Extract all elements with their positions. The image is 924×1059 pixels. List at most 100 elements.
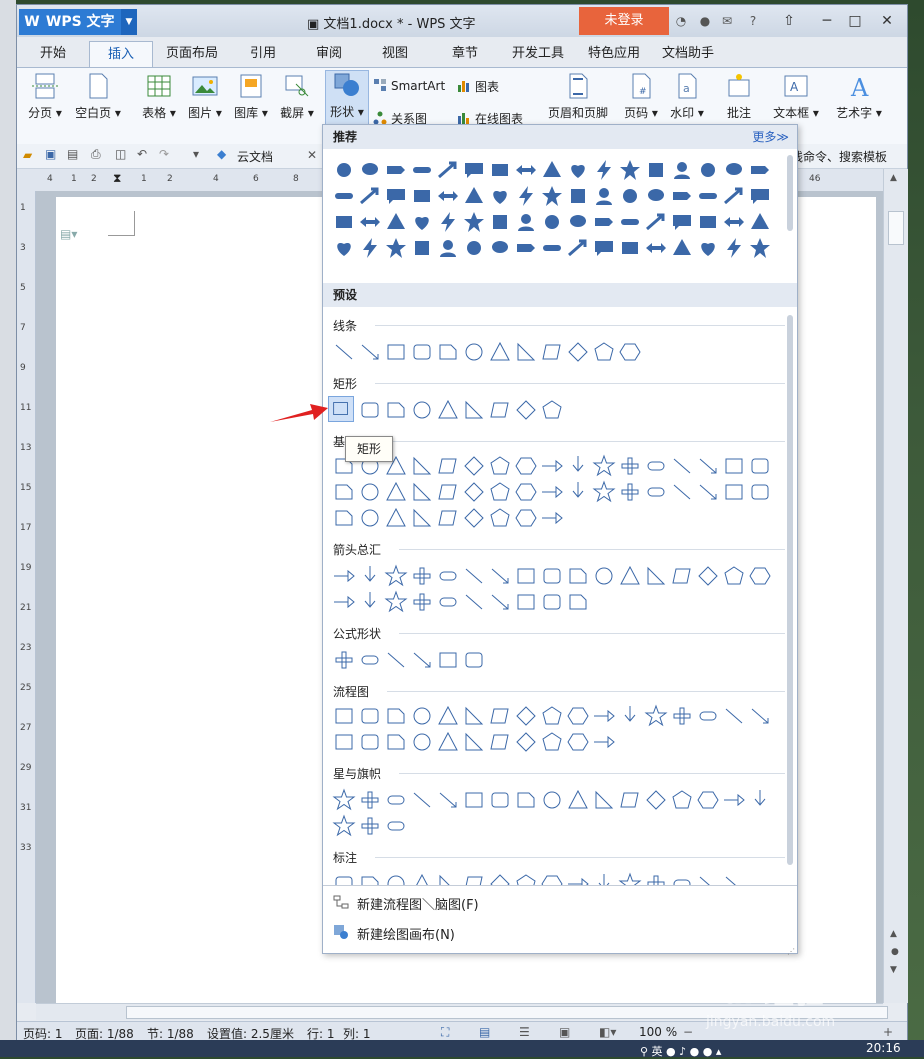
shape-option[interactable]	[591, 209, 617, 235]
shape-option[interactable]	[461, 209, 487, 235]
shape-option[interactable]	[721, 787, 747, 813]
shape-option[interactable]	[435, 729, 461, 755]
shape-option[interactable]	[643, 787, 669, 813]
shape-option[interactable]	[617, 563, 643, 589]
shape-option[interactable]	[539, 157, 565, 183]
cloud-doc-tab[interactable]: 云文档	[237, 148, 273, 165]
shape-option[interactable]	[669, 453, 695, 479]
shape-option[interactable]	[747, 453, 773, 479]
next-page-icon[interactable]: ▼	[890, 965, 897, 975]
shape-option[interactable]	[565, 183, 591, 209]
shape-option[interactable]	[695, 703, 721, 729]
shape-option[interactable]	[565, 563, 591, 589]
shape-option[interactable]	[513, 235, 539, 261]
wordart-button[interactable]: A 艺术字 ▾	[829, 72, 889, 121]
shape-option[interactable]	[435, 563, 461, 589]
shape-option[interactable]	[357, 479, 383, 505]
print-icon[interactable]: ⎙	[91, 147, 101, 162]
shape-option[interactable]	[591, 157, 617, 183]
shape-option[interactable]	[539, 563, 565, 589]
shape-option[interactable]	[617, 183, 643, 209]
shape-option[interactable]	[331, 235, 357, 261]
shape-option[interactable]	[513, 703, 539, 729]
blank-page-button[interactable]: 空白页 ▾	[71, 72, 125, 121]
shape-option[interactable]	[669, 563, 695, 589]
shape-option[interactable]	[617, 787, 643, 813]
login-button[interactable]: 未登录	[579, 7, 669, 35]
shape-option[interactable]	[513, 871, 539, 885]
shape-option[interactable]	[461, 563, 487, 589]
shape-option[interactable]	[591, 479, 617, 505]
customize-chevron-icon[interactable]: ▾	[193, 147, 199, 161]
reading-view-icon[interactable]: ◧▾	[599, 1025, 616, 1039]
tab-developer[interactable]: 开发工具	[505, 41, 571, 67]
shape-option[interactable]	[409, 397, 435, 423]
shape-option[interactable]	[357, 871, 383, 885]
restore-ribbon-icon[interactable]: ⇧	[775, 10, 803, 32]
shape-option[interactable]	[669, 787, 695, 813]
shape-option[interactable]	[383, 209, 409, 235]
shape-option[interactable]	[409, 871, 435, 885]
vertical-scrollbar[interactable]: ▲ ▲ ● ▼	[883, 169, 908, 1003]
vertical-scroll-thumb[interactable]	[888, 211, 904, 245]
shape-option[interactable]	[435, 871, 461, 885]
shape-option[interactable]	[539, 729, 565, 755]
shape-option[interactable]	[695, 871, 721, 885]
chevron-down-icon[interactable]: ▼	[121, 9, 137, 35]
resize-grip-icon[interactable]: ⋰	[787, 947, 795, 956]
shape-option[interactable]	[539, 397, 565, 423]
shape-option[interactable]	[513, 209, 539, 235]
new-flowchart-item[interactable]: 新建流程图＼脑图(F)	[323, 887, 797, 917]
shape-option[interactable]	[461, 871, 487, 885]
shape-option[interactable]	[617, 479, 643, 505]
shape-option[interactable]	[331, 209, 357, 235]
shape-option[interactable]	[513, 339, 539, 365]
shape-option[interactable]	[461, 339, 487, 365]
shape-option[interactable]	[409, 479, 435, 505]
shape-option[interactable]	[565, 703, 591, 729]
shape-option[interactable]	[487, 479, 513, 505]
shape-option[interactable]	[409, 729, 435, 755]
zoom-level[interactable]: 100 %	[639, 1025, 677, 1039]
shape-option[interactable]	[565, 729, 591, 755]
shape-option[interactable]	[747, 209, 773, 235]
shape-option[interactable]	[747, 787, 773, 813]
shape-option[interactable]	[565, 453, 591, 479]
scroll-up-icon[interactable]: ▲	[890, 173, 897, 183]
shape-option[interactable]	[513, 729, 539, 755]
shape-option[interactable]	[331, 479, 357, 505]
shape-option[interactable]	[695, 235, 721, 261]
shape-option[interactable]	[617, 703, 643, 729]
shape-option[interactable]	[617, 235, 643, 261]
shape-option[interactable]	[591, 563, 617, 589]
shape-option[interactable]	[617, 157, 643, 183]
shape-option[interactable]	[487, 589, 513, 615]
shape-option[interactable]	[695, 157, 721, 183]
shape-option[interactable]	[383, 505, 409, 531]
shape-option[interactable]	[331, 813, 357, 839]
shape-option[interactable]	[461, 703, 487, 729]
app-menu-button[interactable]: W WPS 文字 ▼	[19, 9, 137, 35]
shape-option[interactable]	[721, 563, 747, 589]
shape-option[interactable]	[331, 589, 357, 615]
shape-option[interactable]	[383, 871, 409, 885]
shape-option[interactable]	[643, 157, 669, 183]
shape-option[interactable]	[721, 479, 747, 505]
shape-option[interactable]	[643, 453, 669, 479]
settings-icon[interactable]: ●	[697, 13, 713, 29]
more-link[interactable]: 更多≫	[752, 125, 789, 149]
gallery-button[interactable]: 图库 ▾	[231, 72, 271, 121]
shape-option[interactable]	[487, 505, 513, 531]
shape-option[interactable]	[487, 397, 513, 423]
shape-option[interactable]	[487, 729, 513, 755]
shape-option[interactable]	[591, 183, 617, 209]
shape-option[interactable]	[409, 235, 435, 261]
shape-option[interactable]	[747, 479, 773, 505]
shape-option[interactable]	[383, 479, 409, 505]
shape-option[interactable]	[539, 871, 565, 885]
feedback-icon[interactable]: ✉	[719, 13, 735, 29]
preset-scroll-thumb[interactable]	[787, 315, 793, 865]
shape-option[interactable]	[591, 453, 617, 479]
shape-option[interactable]	[357, 183, 383, 209]
shape-option[interactable]	[435, 453, 461, 479]
